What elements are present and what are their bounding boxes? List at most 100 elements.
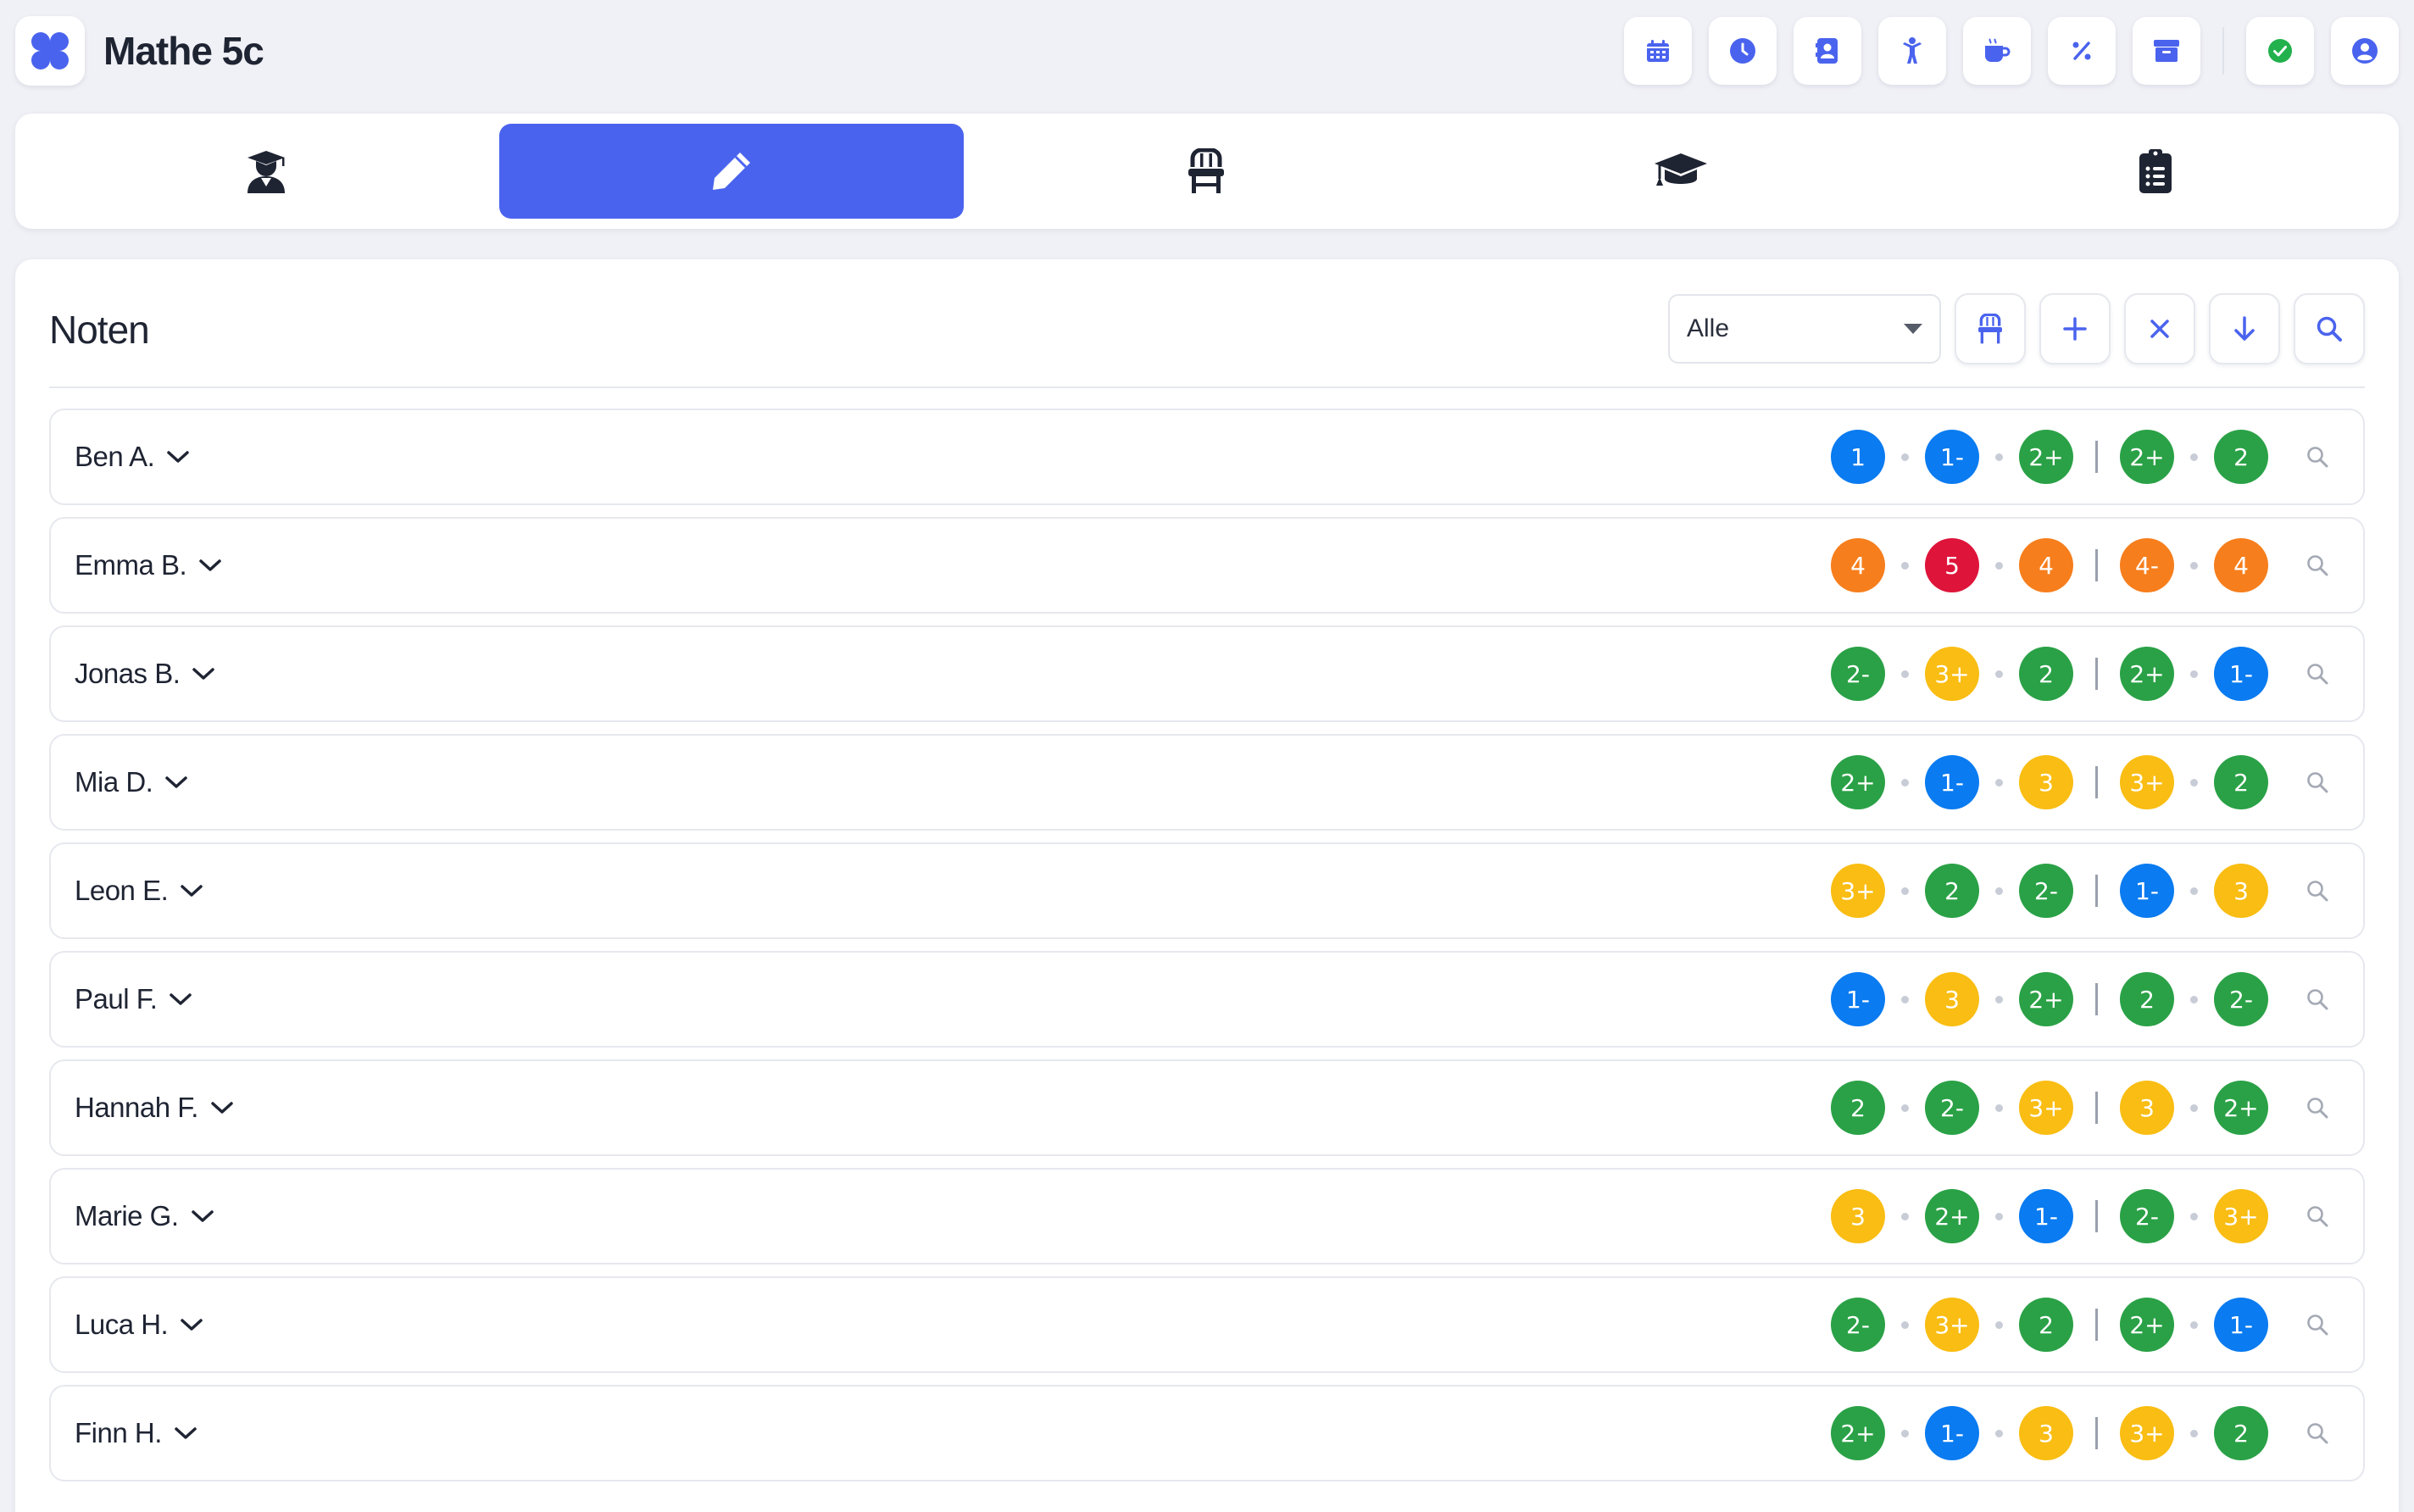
grade-badge[interactable]: 2-	[1831, 647, 1885, 701]
expand-button[interactable]	[180, 1318, 203, 1331]
student-search-button[interactable]	[2306, 1313, 2329, 1337]
grade-badge[interactable]: 2	[2019, 1298, 2073, 1352]
grade-badge[interactable]: 3+	[1925, 647, 1979, 701]
clear-button[interactable]	[2124, 293, 2195, 364]
grade-badge[interactable]: 1-	[1831, 972, 1885, 1026]
sort-down-button[interactable]	[2209, 293, 2280, 364]
person-button[interactable]	[1878, 17, 1946, 85]
grade-badge[interactable]: 2+	[2019, 430, 2073, 484]
student-search-button[interactable]	[2306, 1421, 2329, 1445]
grade-badge[interactable]: 3	[1831, 1189, 1885, 1243]
grade-badge[interactable]: 3	[2019, 755, 2073, 809]
grade-badge[interactable]: 1-	[1925, 1406, 1979, 1460]
grade-badge[interactable]: 2	[2120, 972, 2174, 1026]
student-row[interactable]: Emma B. 4 5 4 4- 4	[49, 517, 2365, 614]
grade-badge[interactable]: 3+	[1925, 1298, 1979, 1352]
grade-badge[interactable]: 2+	[2019, 972, 2073, 1026]
grade-badge[interactable]: 2	[1831, 1081, 1885, 1135]
student-search-button[interactable]	[2306, 987, 2329, 1011]
expand-button[interactable]	[210, 1101, 234, 1115]
grade-badge[interactable]: 2+	[1831, 1406, 1885, 1460]
expand-button[interactable]	[169, 992, 192, 1006]
tab-grades[interactable]	[499, 124, 964, 219]
grade-badge[interactable]: 4	[1831, 538, 1885, 592]
tab-exams[interactable]	[1449, 124, 1913, 219]
grade-badge[interactable]: 2	[2214, 755, 2268, 809]
student-row[interactable]: Luca H. 2- 3+ 2 2+ 1-	[49, 1276, 2365, 1373]
student-row[interactable]: Jonas B. 2- 3+ 2 2+ 1-	[49, 625, 2365, 722]
grade-badge[interactable]: 3	[2120, 1081, 2174, 1135]
contacts-button[interactable]	[1794, 17, 1861, 85]
student-row[interactable]: Ben A. 1 1- 2+ 2+ 2	[49, 409, 2365, 505]
add-grade-button[interactable]	[2039, 293, 2111, 364]
student-search-button[interactable]	[2306, 770, 2329, 794]
archive-button[interactable]	[2133, 17, 2200, 85]
grade-badge[interactable]: 2+	[2120, 430, 2174, 484]
expand-button[interactable]	[174, 1426, 197, 1440]
student-row[interactable]: Hannah F. 2 2- 3+ 3 2+	[49, 1059, 2365, 1156]
grade-badge[interactable]: 2-	[1831, 1298, 1885, 1352]
clock-button[interactable]	[1709, 17, 1777, 85]
grade-badge[interactable]: 3+	[2019, 1081, 2073, 1135]
grade-badge[interactable]: 2-	[2019, 864, 2073, 918]
expand-button[interactable]	[191, 1209, 214, 1223]
grade-badge[interactable]: 1-	[2214, 1298, 2268, 1352]
expand-button[interactable]	[192, 667, 215, 681]
grade-badge[interactable]: 2-	[1925, 1081, 1979, 1135]
grade-badge[interactable]: 3	[1925, 972, 1979, 1026]
grade-badge[interactable]: 4	[2019, 538, 2073, 592]
student-search-button[interactable]	[2306, 879, 2329, 903]
app-logo[interactable]	[15, 16, 85, 86]
grade-badge[interactable]: 1-	[2019, 1189, 2073, 1243]
calendar-button[interactable]	[1624, 17, 1692, 85]
seating-button[interactable]	[1955, 293, 2026, 364]
student-search-button[interactable]	[2306, 553, 2329, 577]
expand-button[interactable]	[166, 450, 190, 464]
grade-badge[interactable]: 1-	[1925, 430, 1979, 484]
grade-badge[interactable]: 3+	[1831, 864, 1885, 918]
filter-select[interactable]: Alle	[1668, 294, 1941, 364]
student-row[interactable]: Finn H. 2+ 1- 3 3+ 2	[49, 1385, 2365, 1481]
student-search-button[interactable]	[2306, 1204, 2329, 1228]
student-row[interactable]: Marie G. 3 2+ 1- 2- 3+	[49, 1168, 2365, 1265]
student-search-button[interactable]	[2306, 1096, 2329, 1120]
grade-badge[interactable]: 4	[2214, 538, 2268, 592]
grade-badge[interactable]: 3	[2214, 864, 2268, 918]
student-row[interactable]: Leon E. 3+ 2 2- 1- 3	[49, 842, 2365, 939]
grade-badge[interactable]: 2+	[1831, 755, 1885, 809]
grade-badge[interactable]: 2	[1925, 864, 1979, 918]
grade-badge[interactable]: 2-	[2120, 1189, 2174, 1243]
grade-badge[interactable]: 2	[2214, 1406, 2268, 1460]
student-row[interactable]: Paul F. 1- 3 2+ 2 2-	[49, 951, 2365, 1048]
status-button[interactable]	[2246, 17, 2314, 85]
grade-badge[interactable]: 2+	[1925, 1189, 1979, 1243]
grade-badge[interactable]: 2	[2019, 647, 2073, 701]
tab-tasks[interactable]	[1923, 124, 2388, 219]
grade-badge[interactable]: 3	[2019, 1406, 2073, 1460]
coffee-button[interactable]	[1963, 17, 2031, 85]
grade-badge[interactable]: 2	[2214, 430, 2268, 484]
tab-seating[interactable]	[974, 124, 1438, 219]
percent-button[interactable]	[2048, 17, 2116, 85]
grade-badge[interactable]: 2-	[2214, 972, 2268, 1026]
student-row[interactable]: Mia D. 2+ 1- 3 3+ 2	[49, 734, 2365, 831]
student-search-button[interactable]	[2306, 662, 2329, 686]
grade-badge[interactable]: 1	[1831, 430, 1885, 484]
expand-button[interactable]	[198, 559, 222, 572]
grade-badge[interactable]: 2+	[2214, 1081, 2268, 1135]
expand-button[interactable]	[164, 775, 188, 789]
search-button[interactable]	[2294, 293, 2365, 364]
grade-badge[interactable]: 2+	[2120, 647, 2174, 701]
grade-badge[interactable]: 3+	[2120, 755, 2174, 809]
grade-badge[interactable]: 1-	[1925, 755, 1979, 809]
grade-badge[interactable]: 3+	[2214, 1189, 2268, 1243]
grade-badge[interactable]: 3+	[2120, 1406, 2174, 1460]
grade-badge[interactable]: 1-	[2120, 864, 2174, 918]
grade-badge[interactable]: 5	[1925, 538, 1979, 592]
student-search-button[interactable]	[2306, 445, 2329, 469]
grade-badge[interactable]: 2+	[2120, 1298, 2174, 1352]
user-account-button[interactable]	[2331, 17, 2399, 85]
tab-students[interactable]	[34, 124, 498, 219]
expand-button[interactable]	[180, 884, 203, 898]
grade-badge[interactable]: 1-	[2214, 647, 2268, 701]
